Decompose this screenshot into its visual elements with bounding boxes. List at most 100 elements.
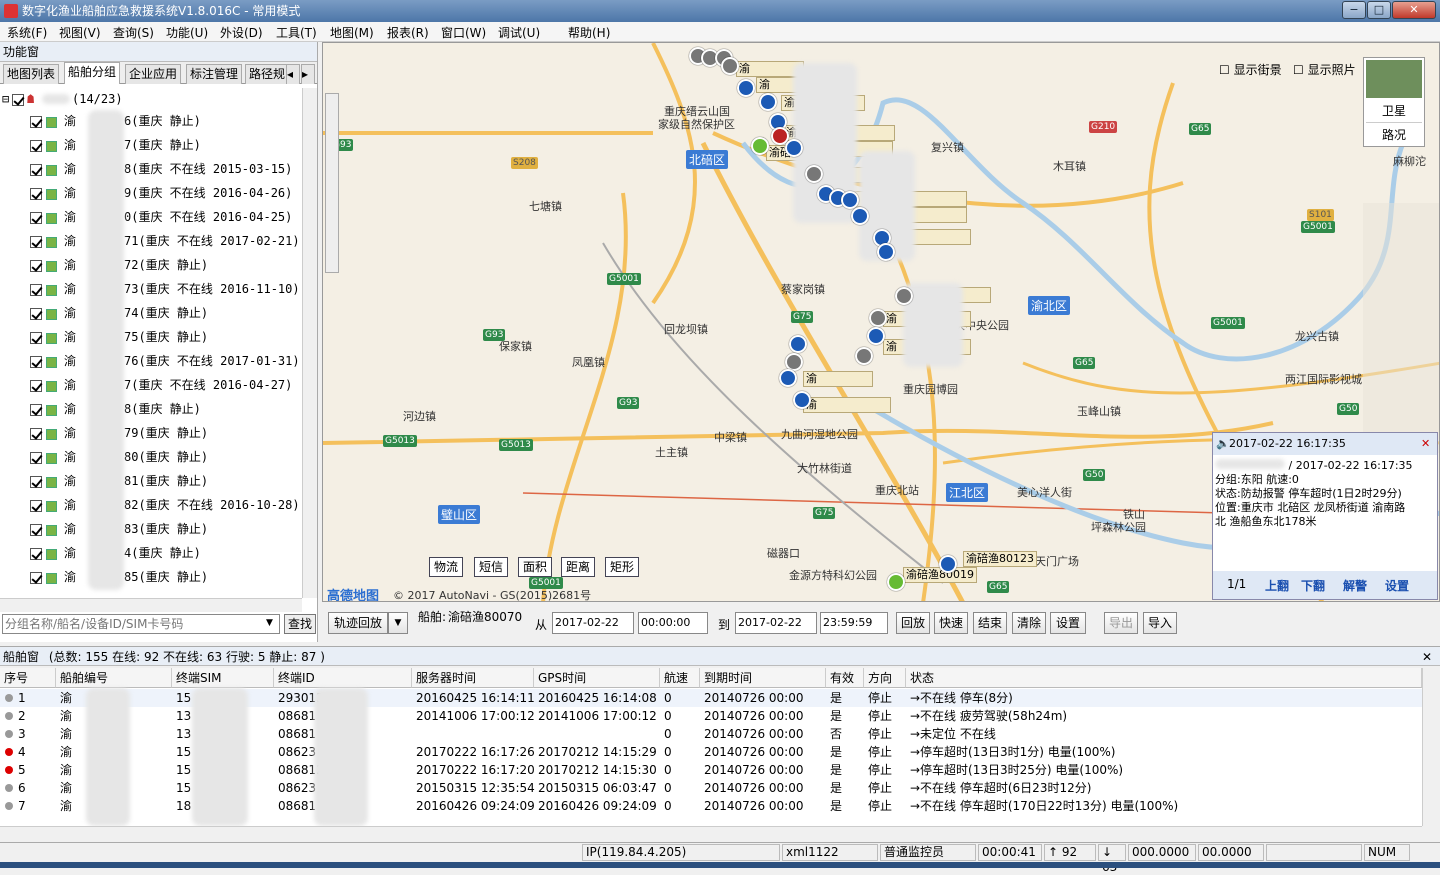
settings-button[interactable]: 设置: [1050, 612, 1086, 634]
stop-button[interactable]: 结束: [973, 612, 1007, 634]
item-checkbox[interactable]: [30, 284, 42, 296]
minimize-button[interactable]: −: [1342, 1, 1366, 19]
menu-tools[interactable]: 工具(T): [276, 24, 317, 41]
play-button[interactable]: 回放: [896, 612, 930, 634]
ship-marker[interactable]: [867, 327, 885, 345]
clear-button[interactable]: 清除: [1012, 612, 1046, 634]
ship-marker[interactable]: [721, 57, 739, 75]
to-time[interactable]: 23:59:59: [820, 612, 888, 634]
tool-area[interactable]: 面积: [518, 557, 553, 577]
popup-prev[interactable]: 上翻: [1265, 577, 1289, 594]
column-header[interactable]: 状态: [906, 668, 1422, 688]
ship-marker[interactable]: [869, 309, 887, 327]
tool-rectangle[interactable]: 矩形: [605, 557, 640, 577]
maximize-button[interactable]: □: [1367, 1, 1391, 19]
search-dropdown-icon[interactable]: ▼: [266, 618, 273, 628]
item-checkbox[interactable]: [30, 164, 42, 176]
ship-window-close-icon[interactable]: ✕: [1422, 647, 1432, 667]
column-header[interactable]: 方向: [864, 668, 906, 688]
ship-marker[interactable]: [895, 287, 913, 305]
item-checkbox[interactable]: [30, 548, 42, 560]
ship-marker[interactable]: [737, 79, 755, 97]
ship-marker[interactable]: [793, 391, 811, 409]
tab-markers[interactable]: 标注管理: [186, 64, 243, 84]
item-checkbox[interactable]: [30, 236, 42, 248]
item-checkbox[interactable]: [30, 572, 42, 584]
column-header[interactable]: GPS时间: [534, 668, 660, 688]
item-checkbox[interactable]: [30, 332, 42, 344]
item-checkbox[interactable]: [30, 500, 42, 512]
import-button[interactable]: 导入: [1143, 612, 1177, 634]
menu-query[interactable]: 查询(S): [113, 24, 154, 41]
tab-route[interactable]: 路径规: [245, 64, 290, 84]
tree-vertical-scrollbar[interactable]: [302, 88, 317, 598]
to-date[interactable]: 2017-02-22: [735, 612, 817, 634]
item-checkbox[interactable]: [30, 140, 42, 152]
ship-marker[interactable]: [759, 93, 777, 111]
menu-device[interactable]: 外设(D): [220, 24, 263, 41]
ship-marker[interactable]: [779, 369, 797, 387]
item-checkbox[interactable]: [30, 404, 42, 416]
column-header[interactable]: 到期时间: [700, 668, 826, 688]
from-date[interactable]: 2017-02-22: [552, 612, 634, 634]
menu-system[interactable]: 系统(F): [7, 24, 47, 41]
item-checkbox[interactable]: [30, 428, 42, 440]
menu-debug[interactable]: 调试(U): [498, 24, 540, 41]
column-header[interactable]: 船舶编号: [56, 668, 172, 688]
item-checkbox[interactable]: [30, 188, 42, 200]
tool-logistics[interactable]: 物流: [429, 557, 464, 577]
menu-report[interactable]: 报表(R): [387, 24, 429, 41]
tool-sms[interactable]: 短信: [474, 557, 509, 577]
search-button[interactable]: 查找: [284, 614, 316, 634]
search-input[interactable]: [2, 614, 280, 634]
table-vertical-scrollbar[interactable]: [1422, 668, 1440, 826]
street-view-toggle[interactable]: ☐ 显示街景: [1219, 61, 1282, 78]
tab-ship-group[interactable]: 船舶分组: [64, 62, 121, 84]
close-button[interactable]: ✕: [1392, 1, 1436, 19]
menu-window[interactable]: 窗口(W): [441, 24, 486, 41]
column-header[interactable]: 终端SIM: [172, 668, 274, 688]
ship-marker[interactable]: [939, 555, 957, 573]
ship-marker[interactable]: [785, 139, 803, 157]
tree-horizontal-scrollbar[interactable]: [0, 598, 302, 612]
menu-help[interactable]: 帮助(H): [568, 24, 610, 41]
item-checkbox[interactable]: [30, 452, 42, 464]
item-checkbox[interactable]: [30, 524, 42, 536]
item-checkbox[interactable]: [30, 116, 42, 128]
column-header[interactable]: 服务器时间: [412, 668, 534, 688]
ship-marker[interactable]: [805, 165, 823, 183]
photo-toggle[interactable]: ☐ 显示照片: [1293, 61, 1356, 78]
export-button[interactable]: 导出: [1104, 612, 1138, 634]
ship-tag[interactable]: 渝: [803, 397, 891, 413]
fast-button[interactable]: 快速: [934, 612, 968, 634]
column-header[interactable]: 序号: [0, 668, 56, 688]
satellite-thumbnail[interactable]: [1366, 60, 1422, 98]
zoom-bar[interactable]: [325, 93, 339, 273]
column-header[interactable]: 终端ID: [274, 668, 412, 688]
popup-close-icon[interactable]: ✕: [1421, 433, 1430, 455]
popup-settings[interactable]: 设置: [1385, 577, 1409, 594]
table-horizontal-scrollbar[interactable]: [0, 826, 1422, 840]
menu-function[interactable]: 功能(U): [166, 24, 208, 41]
tab-map-list[interactable]: 地图列表: [3, 64, 60, 84]
ship-tag[interactable]: 渝: [803, 371, 873, 387]
root-checkbox[interactable]: [12, 94, 24, 106]
popup-dismiss[interactable]: 解警: [1343, 577, 1367, 594]
track-mode-dropdown-icon[interactable]: ▼: [388, 612, 408, 634]
item-checkbox[interactable]: [30, 356, 42, 368]
ship-marker[interactable]: [841, 191, 859, 209]
popup-next[interactable]: 下翻: [1301, 577, 1325, 594]
item-checkbox[interactable]: [30, 212, 42, 224]
traffic-layer-button[interactable]: 路况: [1366, 122, 1422, 143]
tool-distance[interactable]: 距离: [561, 557, 596, 577]
tab-enterprise[interactable]: 企业应用: [125, 64, 182, 84]
item-checkbox[interactable]: [30, 380, 42, 392]
ship-marker[interactable]: [855, 347, 873, 365]
column-header[interactable]: 航速: [660, 668, 700, 688]
ship-marker-online[interactable]: [887, 573, 905, 591]
ship-marker[interactable]: [789, 335, 807, 353]
menu-view[interactable]: 视图(V): [59, 24, 101, 41]
tab-scroll-right-icon[interactable]: ▸: [301, 64, 315, 84]
tab-scroll-left-icon[interactable]: ◂: [286, 64, 300, 84]
item-checkbox[interactable]: [30, 476, 42, 488]
